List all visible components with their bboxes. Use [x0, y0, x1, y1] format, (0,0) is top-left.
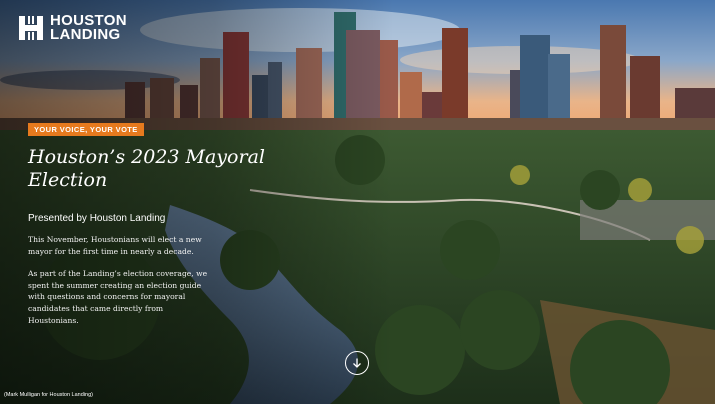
hero-section: HOUSTON LANDING YOUR VOICE, YOUR VOTE Ho… — [0, 0, 715, 404]
arrow-down-circle-icon — [353, 358, 361, 368]
houston-landing-h-logo-icon — [19, 16, 43, 40]
logo-wordmark: HOUSTON LANDING — [50, 13, 127, 43]
intro-paragraph-2: As part of the Landing’s election covera… — [28, 269, 208, 325]
logo-line-2: LANDING — [50, 26, 121, 43]
page-title: Houston’s 2023 Mayoral Election — [28, 146, 265, 191]
intro-paragraph-1: This November, Houstonians will elect a … — [28, 235, 202, 256]
houston-landing-logo[interactable]: HOUSTON LANDING — [18, 13, 127, 43]
scroll-down-button[interactable] — [345, 351, 369, 375]
photo-credit: (Mark Mulligan for Houston Landing) — [4, 392, 93, 398]
byline: Presented by Houston Landing — [28, 213, 166, 224]
section-tag: YOUR VOICE, YOUR VOTE — [28, 123, 144, 136]
text-overlay-gradient — [0, 0, 715, 404]
